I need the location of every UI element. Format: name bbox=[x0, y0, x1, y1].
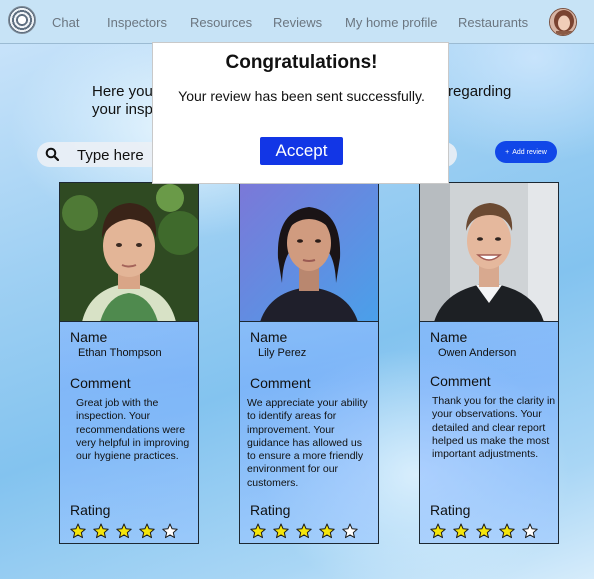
nav-item-inspectors[interactable]: Inspectors bbox=[107, 15, 167, 30]
review-comment: We appreciate your ability to identify a… bbox=[247, 397, 368, 489]
nav-item-resources[interactable]: Resources bbox=[190, 15, 252, 30]
top-nav: Chat Inspectors Resources Reviews My hom… bbox=[0, 0, 594, 44]
reviewer-photo bbox=[240, 183, 378, 322]
star-filled-icon bbox=[250, 523, 266, 539]
review-card: Name Lily Perez Comment We appreciate yo… bbox=[239, 182, 379, 544]
nav-item-chat[interactable]: Chat bbox=[52, 15, 79, 30]
accept-button[interactable]: Accept bbox=[260, 137, 343, 165]
reviewer-name: Owen Anderson bbox=[438, 347, 517, 359]
comment-label: Comment bbox=[70, 375, 131, 391]
rating-label: Rating bbox=[250, 502, 291, 518]
review-card: Name Owen Anderson Comment Thank you for… bbox=[419, 182, 559, 544]
star-empty-icon bbox=[162, 523, 178, 539]
rating-label: Rating bbox=[430, 502, 471, 518]
reviewer-photo bbox=[60, 183, 198, 322]
rating-label: Rating bbox=[70, 502, 111, 518]
star-filled-icon bbox=[499, 523, 515, 539]
plus-icon: + bbox=[505, 148, 510, 156]
modal-message: Your review has been sent successfully. bbox=[178, 88, 425, 104]
star-rating bbox=[430, 523, 538, 539]
review-comment: Thank you for the clarity in your observ… bbox=[432, 395, 556, 461]
search-icon[interactable] bbox=[45, 147, 59, 161]
star-empty-icon bbox=[342, 523, 358, 539]
comment-label: Comment bbox=[250, 375, 311, 391]
reviewer-photo bbox=[420, 183, 558, 322]
star-empty-icon bbox=[522, 523, 538, 539]
name-label: Name bbox=[250, 329, 288, 345]
star-filled-icon bbox=[476, 523, 492, 539]
star-filled-icon bbox=[296, 523, 312, 539]
review-card: Name Ethan Thompson Comment Great job wi… bbox=[59, 182, 199, 544]
star-rating bbox=[250, 523, 358, 539]
star-filled-icon bbox=[453, 523, 469, 539]
star-filled-icon bbox=[70, 523, 86, 539]
star-filled-icon bbox=[273, 523, 289, 539]
reviewer-name: Lily Perez bbox=[258, 347, 307, 359]
reviewer-name: Ethan Thompson bbox=[78, 347, 162, 359]
nav-item-my-home-profile[interactable]: My home profile bbox=[345, 15, 437, 30]
review-comment: Great job with the inspection. Your reco… bbox=[76, 397, 190, 463]
avatar-icon bbox=[550, 9, 576, 35]
nav-item-reviews[interactable]: Reviews bbox=[273, 15, 322, 30]
name-label: Name bbox=[70, 329, 108, 345]
star-filled-icon bbox=[139, 523, 155, 539]
add-review-button[interactable]: + Add review bbox=[495, 141, 557, 163]
success-modal: Congratulations! Your review has been se… bbox=[152, 42, 449, 184]
avatar[interactable] bbox=[549, 8, 577, 36]
modal-title: Congratulations! bbox=[225, 52, 378, 73]
name-label: Name bbox=[430, 329, 468, 345]
star-rating bbox=[70, 523, 178, 539]
star-filled-icon bbox=[93, 523, 109, 539]
star-filled-icon bbox=[116, 523, 132, 539]
logo-icon[interactable] bbox=[8, 6, 36, 34]
star-filled-icon bbox=[319, 523, 335, 539]
add-review-label: Add review bbox=[512, 148, 547, 156]
nav-item-restaurants[interactable]: Restaurants bbox=[458, 15, 528, 30]
comment-label: Comment bbox=[430, 373, 491, 389]
star-filled-icon bbox=[430, 523, 446, 539]
